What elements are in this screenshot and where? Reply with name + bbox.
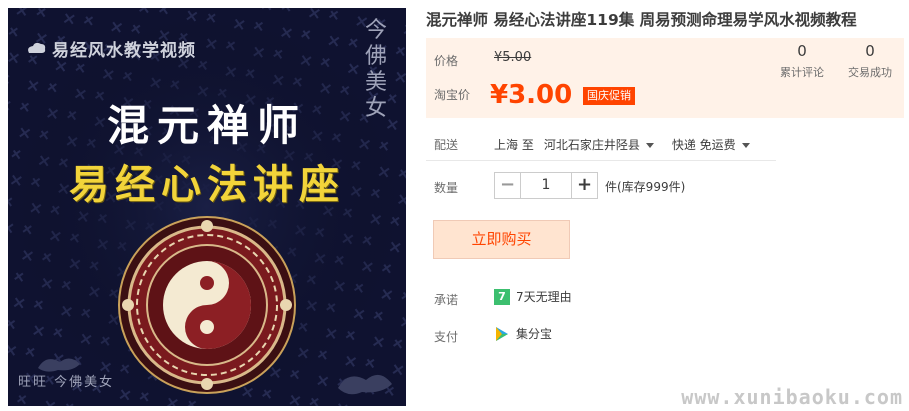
payment-row[interactable]: 集分宝 <box>494 325 552 342</box>
promo-badge: 国庆促销 <box>583 87 635 105</box>
chevron-down-icon <box>741 143 750 148</box>
delivery-destination: 河北石家庄井陉县 <box>543 138 640 152</box>
quantity-input[interactable]: 1 <box>521 172 571 199</box>
image-title-line2: 易经心法讲座 <box>69 161 345 208</box>
jifenbao-icon <box>496 326 508 341</box>
original-price: ¥5.00 <box>494 50 532 65</box>
image-brand: 易经风水教学视频 <box>26 36 196 61</box>
chevron-down-icon <box>645 143 654 148</box>
promise-label: 承诺 <box>434 293 459 307</box>
buy-now-button[interactable]: 立即购买 <box>433 220 570 259</box>
cloud-logo-icon <box>28 42 46 53</box>
promise-row[interactable]: 7 7天无理由 <box>494 288 572 305</box>
seven-day-return-icon: 7 <box>494 288 510 305</box>
site-watermark: www.xunibaoku.com <box>681 385 903 409</box>
delivery-destination-select[interactable]: 河北石家庄井陉县 <box>544 136 654 153</box>
image-brand-text: 易经风水教学视频 <box>52 41 196 61</box>
delivery-method: 快递 免运费 <box>671 138 736 152</box>
delivery-label: 配送 <box>434 138 459 152</box>
quantity-decrease-button[interactable]: − <box>494 172 521 199</box>
promo-price-label: 淘宝价 <box>434 88 471 102</box>
quantity-label: 数量 <box>434 181 459 195</box>
promise-text: 7天无理由 <box>516 290 572 304</box>
reviews-stat[interactable]: 0 累计评论 <box>772 42 832 80</box>
quantity-stepper: − 1 + <box>494 172 598 199</box>
quantity-increase-button[interactable]: + <box>571 172 598 199</box>
sales-label: 交易成功 <box>848 66 892 79</box>
image-footer-mark: 旺旺 今佛美女 <box>18 375 115 390</box>
reviews-label: 累计评论 <box>780 66 824 79</box>
payment-label: 支付 <box>434 330 459 344</box>
price-label: 价格 <box>434 54 459 68</box>
taiji-emblem-icon <box>118 216 296 394</box>
delivery-method-select[interactable]: 快递 免运费 <box>672 136 750 153</box>
sales-count: 0 <box>865 42 875 60</box>
image-title-line1: 混元禅师 <box>106 101 307 150</box>
stock-text: 件(库存999件) <box>605 180 686 194</box>
sales-stat[interactable]: 0 交易成功 <box>840 42 900 80</box>
product-title: 混元禅师 易经心法讲座119集 周易预测命理易学风水视频教程 <box>426 11 857 29</box>
reviews-count: 0 <box>797 42 807 60</box>
product-image[interactable]: 易经风水教学视频 混元禅师 易经心法讲座 今佛美女 旺旺 今佛美女 <box>8 8 406 406</box>
delivery-from: 上海 至 <box>494 138 534 152</box>
price-panel: 价格 ¥5.00 淘宝价 ¥3.00 国庆促销 0 累计评论 0 交易成功 <box>426 38 904 118</box>
delivery-row: 上海 至 河北石家庄井陉县 快递 免运费 <box>494 136 750 153</box>
promo-price: ¥3.00 <box>490 80 573 110</box>
image-vertical-mark: 今佛美女 <box>364 18 387 121</box>
divider <box>426 160 776 161</box>
payment-text: 集分宝 <box>516 327 553 341</box>
